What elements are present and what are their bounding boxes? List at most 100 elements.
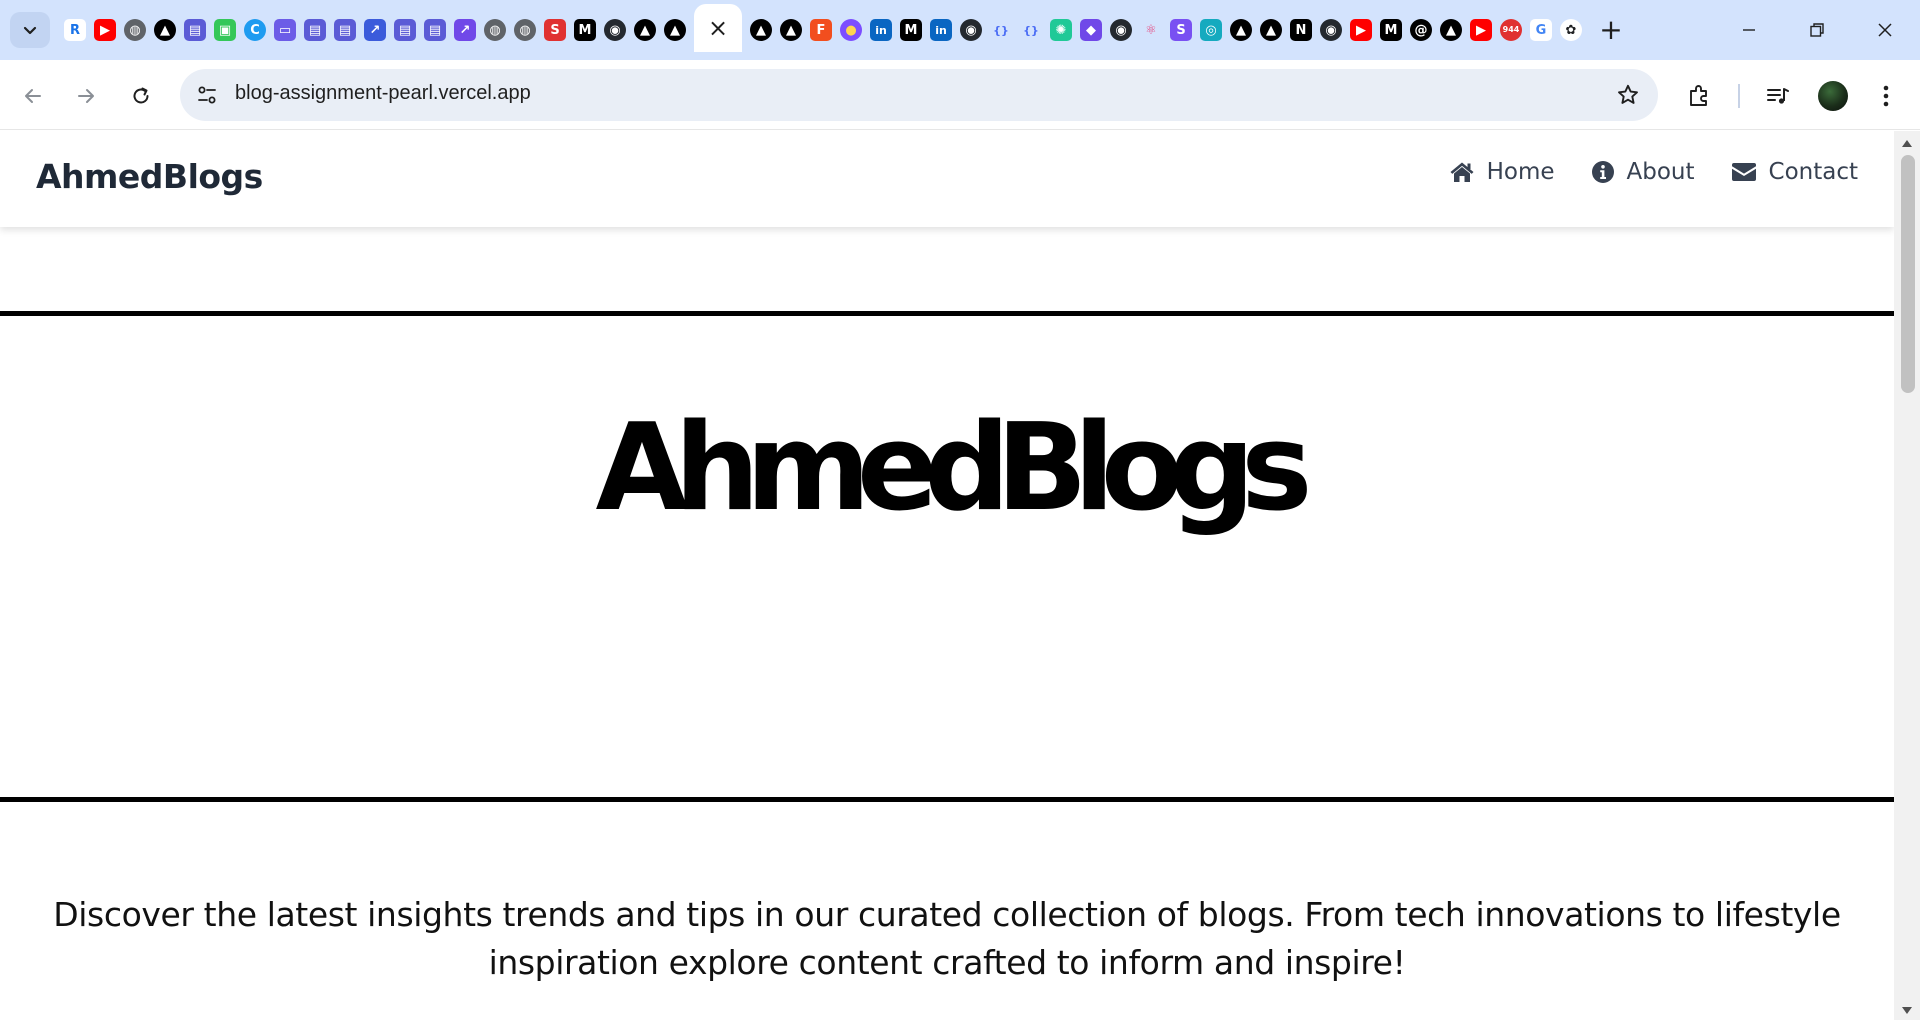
tab-left-8[interactable]: ▤ <box>300 16 330 44</box>
new-tab-button[interactable]: + <box>1596 15 1626 45</box>
tab-right-16[interactable]: ▲ <box>1226 16 1256 44</box>
tab-left-2[interactable]: ◍ <box>120 16 150 44</box>
extensions-button[interactable] <box>1681 78 1717 114</box>
tab-left-17[interactable]: M <box>570 16 600 44</box>
scrollbar-thumb[interactable] <box>1901 155 1915 393</box>
react-icon: ⚛ <box>1140 19 1162 41</box>
tab-list: R ▶ ◍ ▲ ▤ ▣ C ▭ ▤ ▤ ↗ ▤ ▤ ↗ ◍ ◍ S M ◉ ▲ ▲ × ▲ ▲ F ● in Min ◉{}{} ✺ ◆… <box>60 4 1586 52</box>
tab-left-19[interactable]: ▲ <box>630 16 660 44</box>
tab-left-10[interactable]: ↗ <box>360 16 390 44</box>
tab-left-6[interactable]: C <box>240 16 270 44</box>
tab-right-18[interactable]: N <box>1286 16 1316 44</box>
chrome-menu-button[interactable] <box>1868 78 1904 114</box>
tab-right-0[interactable]: ▲ <box>746 16 776 44</box>
restore-button[interactable] <box>1800 14 1834 46</box>
globe-icon: ◍ <box>514 19 536 41</box>
frame-icon: ▣ <box>214 19 236 41</box>
tab-left-12[interactable]: ▤ <box>420 16 450 44</box>
site-logo[interactable]: AhmedBlogs <box>36 157 263 196</box>
tab-right-25[interactable]: 944 <box>1496 16 1526 44</box>
tab-right-24[interactable]: ▶ <box>1466 16 1496 44</box>
tab-right-14[interactable]: S <box>1166 16 1196 44</box>
main-nav: Home About Contact <box>1413 159 1858 185</box>
tab-left-3[interactable]: ▲ <box>150 16 180 44</box>
nav-contact-link[interactable]: Contact <box>1731 159 1858 185</box>
youtube-icon: ▶ <box>1470 19 1492 41</box>
bookmark-star-icon[interactable] <box>1614 81 1642 109</box>
tab-right-12[interactable]: ◉ <box>1106 16 1136 44</box>
close-icon <box>1878 23 1892 37</box>
tab-right-20[interactable]: ▶ <box>1346 16 1376 44</box>
tab-left-11[interactable]: ▤ <box>390 16 420 44</box>
tab-right-6[interactable]: in <box>926 16 956 44</box>
nav-about-link[interactable]: About <box>1591 159 1695 185</box>
tab-left-18[interactable]: ◉ <box>600 16 630 44</box>
page-scrollbar[interactable] <box>1894 131 1920 1020</box>
tab-right-15[interactable]: ◎ <box>1196 16 1226 44</box>
shortcut-icon: ↗ <box>454 19 476 41</box>
google-icon: G <box>1530 19 1552 41</box>
scroll-down-arrow-icon[interactable] <box>1894 1002 1920 1018</box>
tab-left-5[interactable]: ▣ <box>210 16 240 44</box>
github-icon: ◉ <box>604 19 626 41</box>
close-window-button[interactable] <box>1868 14 1902 46</box>
active-tab[interactable]: × <box>694 4 742 52</box>
tab-right-17[interactable]: ▲ <box>1256 16 1286 44</box>
nav-home-label: Home <box>1486 159 1555 185</box>
nav-contact-label: Contact <box>1768 159 1858 185</box>
tab-search-button[interactable] <box>10 12 50 48</box>
linkedin-icon: in <box>930 19 952 41</box>
tab-right-3[interactable]: ● <box>836 16 866 44</box>
tab-right-21[interactable]: M <box>1376 16 1406 44</box>
site-info-icon[interactable] <box>194 82 220 108</box>
minimize-button[interactable] <box>1732 14 1766 46</box>
shortcut-icon: ↗ <box>364 19 386 41</box>
tab-left-9[interactable]: ▤ <box>330 16 360 44</box>
tab-left-1[interactable]: ▶ <box>90 16 120 44</box>
medium-icon: M <box>574 19 596 41</box>
tab-right-19[interactable]: ◉ <box>1316 16 1346 44</box>
map-pin-icon: ◎ <box>1200 19 1222 41</box>
tab-left-16[interactable]: S <box>540 16 570 44</box>
tab-right-23[interactable]: ▲ <box>1436 16 1466 44</box>
address-bar[interactable]: blog-assignment-pearl.vercel.app <box>180 69 1658 121</box>
forward-button[interactable] <box>68 78 104 114</box>
tab-right-13[interactable]: ⚛ <box>1136 16 1166 44</box>
tab-right-22[interactable]: @ <box>1406 16 1436 44</box>
kebab-menu-icon <box>1883 85 1889 107</box>
tab-right-26[interactable]: G <box>1526 16 1556 44</box>
minimize-icon <box>1743 29 1755 31</box>
tab-left-4[interactable]: ▤ <box>180 16 210 44</box>
url-text[interactable]: blog-assignment-pearl.vercel.app <box>235 82 531 105</box>
tab-right-27[interactable]: ✿ <box>1556 16 1586 44</box>
tab-left-13[interactable]: ↗ <box>450 16 480 44</box>
nav-home-link[interactable]: Home <box>1449 159 1555 185</box>
puzzle-icon <box>1690 85 1707 106</box>
tab-left-7[interactable]: ▭ <box>270 16 300 44</box>
tab-left-14[interactable]: ◍ <box>480 16 510 44</box>
profile-avatar[interactable] <box>1815 78 1851 114</box>
reload-button[interactable] <box>123 78 159 114</box>
tab-right-5[interactable]: M <box>896 16 926 44</box>
back-button[interactable] <box>15 78 51 114</box>
tab-right-8[interactable]: {} <box>986 16 1016 44</box>
tab-left-15[interactable]: ◍ <box>510 16 540 44</box>
arrow-right-icon <box>78 89 94 103</box>
tab-right-2[interactable]: F <box>806 16 836 44</box>
tab-right-7[interactable]: ◉ <box>956 16 986 44</box>
window-icon: ▤ <box>304 19 326 41</box>
close-tab-icon[interactable]: × <box>708 14 728 42</box>
medium-icon: M <box>900 19 922 41</box>
tab-left-20[interactable]: ▲ <box>660 16 690 44</box>
tab-right-10[interactable]: ✺ <box>1046 16 1076 44</box>
tab-right-4[interactable]: in <box>866 16 896 44</box>
tab-left-0[interactable]: R <box>60 16 90 44</box>
vercel-icon: ▲ <box>634 19 656 41</box>
tab-right-11[interactable]: ◆ <box>1076 16 1106 44</box>
tab-right-9[interactable]: {} <box>1016 16 1046 44</box>
tab-right-1[interactable]: ▲ <box>776 16 806 44</box>
shield-icon: ◆ <box>1080 19 1102 41</box>
avatar <box>1818 81 1848 111</box>
scroll-up-arrow-icon[interactable] <box>1894 135 1920 151</box>
media-controls-button[interactable] <box>1760 78 1796 114</box>
